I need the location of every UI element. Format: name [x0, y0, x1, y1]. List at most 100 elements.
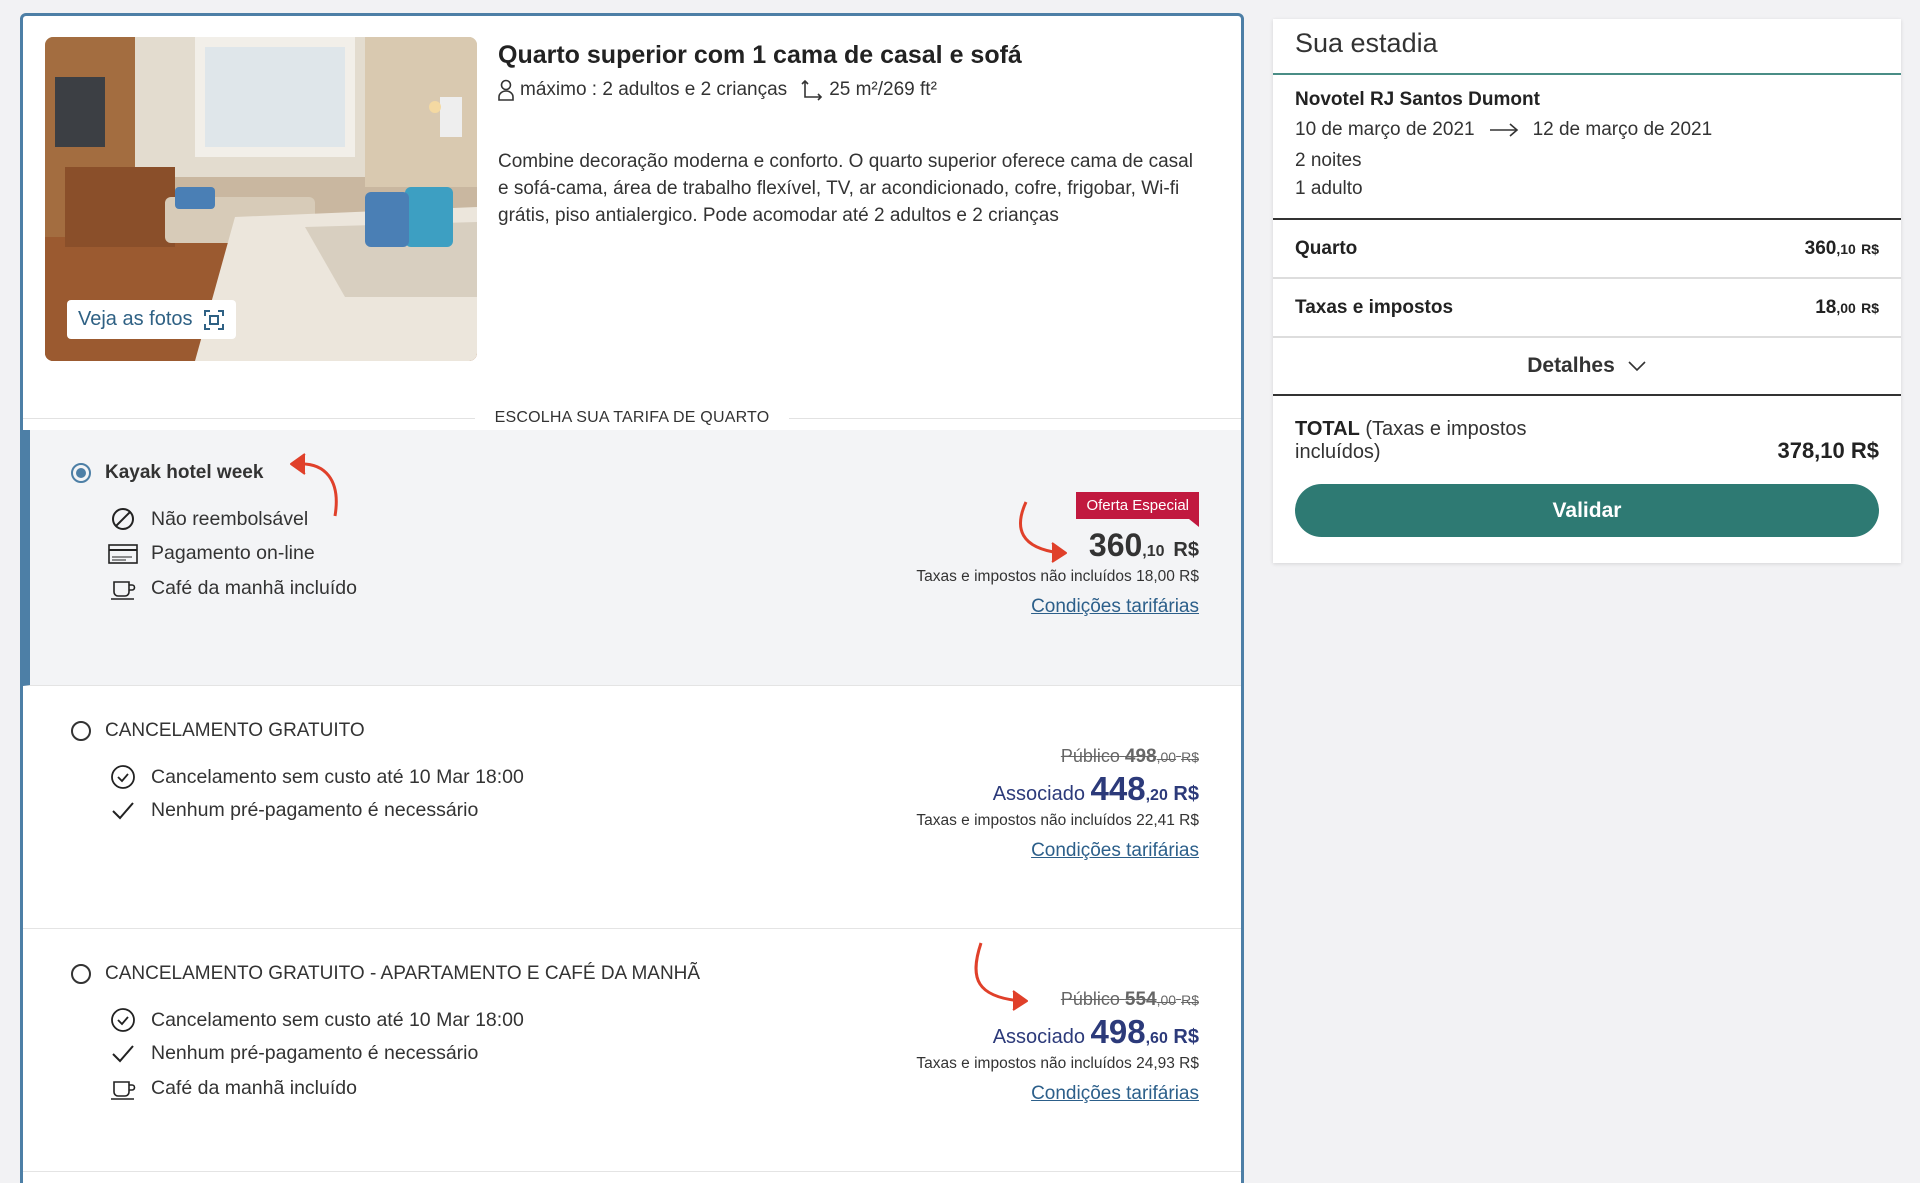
- checkout-date: 12 de março de 2021: [1532, 119, 1713, 140]
- public-integer: 498: [1124, 746, 1157, 767]
- rate-radio[interactable]: [71, 964, 91, 984]
- booking-page: Veja as fotos Quarto superior com 1 cama…: [0, 0, 1920, 1183]
- feature-text: Não reembolsável: [151, 507, 309, 530]
- rate-conditions-link[interactable]: Condições tarifárias: [1031, 1083, 1199, 1105]
- tax-cost-label: Taxas e impostos: [1295, 296, 1454, 318]
- rate-name: CANCELAMENTO GRATUITO: [105, 720, 365, 741]
- member-currency: R$: [1173, 1026, 1199, 1048]
- feature-text: Café da manhã incluído: [151, 577, 357, 599]
- room-photo[interactable]: Veja as fotos: [45, 37, 477, 361]
- checkmark-icon: [112, 1044, 134, 1062]
- hotel-name: Novotel RJ Santos Dumont: [1295, 89, 1540, 110]
- rate-feature: Café da manhã incluído: [107, 1077, 357, 1100]
- public-currency: R$: [1181, 749, 1199, 765]
- room-cost-row: Quarto 360,10 R$: [1273, 220, 1901, 279]
- member-price: Associado 498,60 R$: [916, 1013, 1199, 1051]
- member-label: Associado: [992, 1026, 1085, 1048]
- coffee-cup-icon: [111, 580, 136, 600]
- room-description: Combine decoração moderna e conforto. O …: [498, 151, 1193, 226]
- clock-check-icon: [111, 1008, 135, 1032]
- feature-text: Nenhum pré-pagamento é necessário: [151, 1042, 479, 1064]
- rate-conditions-link[interactable]: Condições tarifárias: [1031, 596, 1199, 618]
- price-currency: R$: [1173, 539, 1199, 561]
- rate-price-block: Oferta Especial 360,10 R$ Taxas e impost…: [916, 492, 1199, 618]
- rate-price: 360,10 R$: [916, 527, 1199, 564]
- feature-text: Café da manhã incluído: [151, 1077, 357, 1099]
- public-integer: 554: [1124, 989, 1157, 1010]
- rate-feature: Nenhum pré-pagamento é necessário: [107, 799, 478, 822]
- tax-cost-currency: R$: [1861, 299, 1879, 316]
- rate-price-block: Público 554,00 R$ Associado 498,60 R$ Ta…: [916, 989, 1199, 1105]
- stay-summary: Sua estadia Novotel RJ Santos Dumont 10 …: [1273, 19, 1901, 563]
- room-cost-integer: 360: [1804, 237, 1837, 259]
- rate-section-label-text: ESCOLHA SUA TARIFA DE QUARTO: [494, 409, 770, 426]
- room-meta: máximo : 2 adultos e 2 crianças 25 m²/26…: [498, 79, 937, 101]
- tax-note: Taxas e impostos não incluídos 22,41 R$: [916, 812, 1199, 829]
- member-integer: 448: [1090, 770, 1146, 807]
- guests-count: 1 adulto: [1295, 178, 1363, 199]
- tax-cost-value: 18,00 R$: [1815, 297, 1879, 319]
- coffee-cup-icon: [111, 1080, 136, 1100]
- room-cost-label: Quarto: [1295, 237, 1358, 259]
- public-currency: R$: [1181, 992, 1199, 1008]
- room-cost-currency: R$: [1861, 240, 1879, 257]
- member-currency: R$: [1173, 783, 1199, 805]
- price-integer: 360: [1088, 527, 1143, 563]
- checkin-date: 10 de março de 2021: [1295, 119, 1475, 140]
- see-photos-button[interactable]: Veja as fotos: [67, 300, 236, 339]
- feature-text: Nenhum pré-pagamento é necessário: [151, 799, 479, 821]
- rate-section-label: ESCOLHA SUA TARIFA DE QUARTO: [23, 408, 1241, 428]
- room-cost-decimal: ,10: [1836, 240, 1856, 257]
- no-refund-icon: [112, 508, 134, 530]
- stay-info: Novotel RJ Santos Dumont 10 de março de …: [1273, 75, 1901, 220]
- public-decimal: ,00: [1156, 749, 1177, 765]
- member-decimal: ,60: [1145, 1030, 1168, 1047]
- total-amount: 378,10 R$: [1777, 438, 1879, 463]
- rate-feature: Cancelamento sem custo até 10 Mar 18:00: [107, 1007, 524, 1033]
- room-title: Quarto superior com 1 cama de casal e so…: [498, 41, 1022, 69]
- nights-count: 2 noites: [1295, 150, 1362, 171]
- see-photos-label: Veja as fotos: [78, 308, 193, 330]
- stay-dates: 10 de março de 2021 12 de março de 2021: [1295, 119, 1879, 141]
- tax-note: Taxas e impostos não incluídos 18,00 R$: [916, 568, 1199, 585]
- checkmark-icon: [112, 801, 134, 819]
- total-row: TOTAL (Taxas e impostos incluídos) 378,1…: [1273, 396, 1901, 464]
- rate-name: Kayak hotel week: [105, 462, 264, 483]
- expand-photos-icon: [203, 309, 224, 330]
- public-label: Público: [1060, 989, 1120, 1009]
- room-size: 25 m²/269 ft²: [829, 79, 937, 100]
- member-decimal: ,20: [1145, 787, 1168, 804]
- rate-conditions-link[interactable]: Condições tarifárias: [1031, 840, 1199, 862]
- details-toggle[interactable]: Detalhes: [1273, 338, 1901, 396]
- total-label: TOTAL (Taxas e impostos incluídos): [1295, 418, 1545, 464]
- public-label: Público: [1060, 746, 1120, 766]
- special-offer-badge: Oferta Especial: [1076, 492, 1199, 527]
- member-price: Associado 448,20 R$: [916, 770, 1199, 808]
- tax-cost-row: Taxas e impostos 18,00 R$: [1273, 279, 1901, 338]
- rate-name: CANCELAMENTO GRATUITO - APARTAMENTO E CA…: [105, 963, 701, 984]
- validate-button[interactable]: Validar: [1295, 484, 1879, 537]
- rate-name-row: Kayak hotel week: [71, 462, 263, 484]
- room-header: Veja as fotos Quarto superior com 1 cama…: [23, 16, 1241, 416]
- rate-feature: Nenhum pré-pagamento é necessário: [107, 1042, 478, 1065]
- member-label: Associado: [992, 783, 1085, 805]
- tax-cost-integer: 18: [1815, 296, 1837, 318]
- feature-text: Cancelamento sem custo até 10 Mar 18:00: [151, 1008, 524, 1031]
- rate-option-kayak[interactable]: Kayak hotel week Não reembolsável Pagame…: [23, 430, 1241, 686]
- rate-price-block: Público 498,00 R$ Associado 448,20 R$ Ta…: [916, 746, 1199, 862]
- credit-card-icon: [108, 543, 138, 564]
- tax-cost-decimal: ,00: [1836, 299, 1856, 316]
- public-decimal: ,00: [1156, 992, 1177, 1008]
- total-label-strong: TOTAL: [1295, 418, 1360, 440]
- rate-feature: Cancelamento sem custo até 10 Mar 18:00: [107, 764, 524, 790]
- room-cost-value: 360,10 R$: [1805, 238, 1879, 260]
- rate-radio-selected[interactable]: [71, 463, 91, 483]
- details-label: Detalhes: [1527, 354, 1615, 377]
- person-icon: [498, 79, 514, 101]
- rate-name-row: CANCELAMENTO GRATUITO - APARTAMENTO E CA…: [71, 963, 700, 985]
- rate-feature: Café da manhã incluído: [107, 577, 357, 600]
- rate-radio[interactable]: [71, 721, 91, 741]
- rate-feature: Pagamento on-line: [107, 542, 315, 565]
- rate-option-free-cancellation[interactable]: CANCELAMENTO GRATUITO Cancelamento sem c…: [23, 686, 1241, 929]
- rate-option-free-cancellation-breakfast[interactable]: CANCELAMENTO GRATUITO - APARTAMENTO E CA…: [23, 929, 1241, 1172]
